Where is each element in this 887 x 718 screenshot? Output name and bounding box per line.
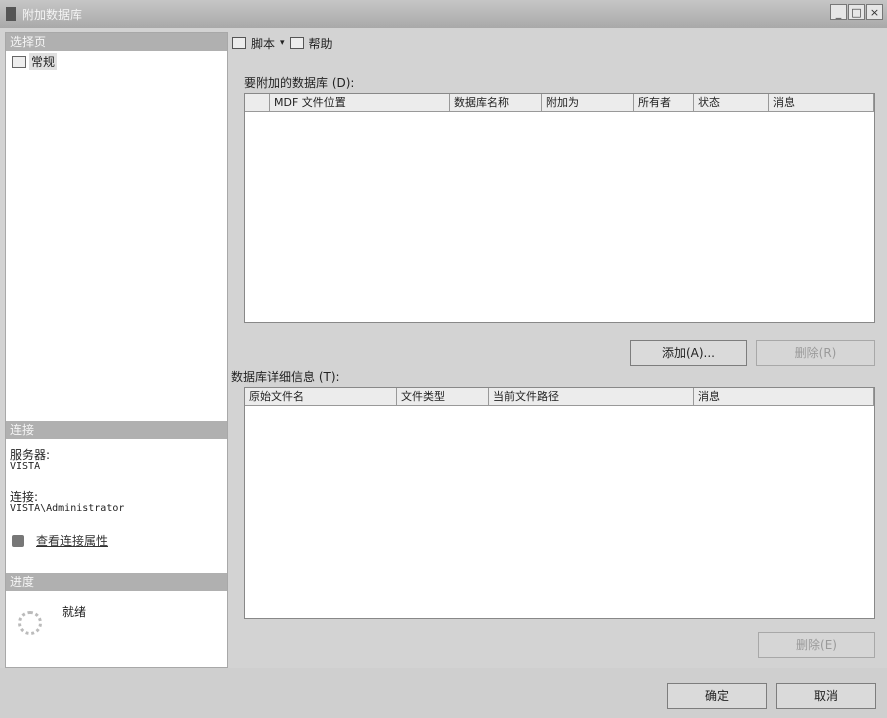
help-icon — [289, 37, 304, 49]
progress-header: 进度 — [6, 573, 227, 591]
window-title: 附加数据库 — [22, 8, 83, 22]
attach-databases-grid[interactable]: MDF 文件位置 数据库名称 附加为 所有者 状态 消息 — [244, 93, 875, 323]
server-value: VISTA — [10, 461, 41, 472]
progress-spinner-icon — [18, 611, 42, 635]
column-header-message[interactable]: 消息 — [769, 94, 874, 111]
connection-header: 连接 — [6, 421, 227, 439]
attach-group-label: 要附加的数据库 (D): — [244, 76, 355, 90]
column-header-owner[interactable]: 所有者 — [634, 94, 694, 111]
column-header-select[interactable] — [245, 94, 270, 111]
chevron-down-icon[interactable]: ▾ — [280, 38, 285, 48]
column-header-attach-as[interactable]: 附加为 — [542, 94, 634, 111]
details-grid-header: 原始文件名 文件类型 当前文件路径 消息 — [245, 388, 874, 406]
database-icon — [6, 7, 16, 21]
column-header-current-path[interactable]: 当前文件路径 — [489, 388, 694, 405]
select-page-header: 选择页 — [6, 33, 227, 51]
help-button[interactable]: 帮助 — [309, 35, 333, 52]
title-bar: 附加数据库 _ □ × — [0, 0, 887, 28]
column-header-file-type[interactable]: 文件类型 — [397, 388, 489, 405]
remove-details-button[interactable]: 删除(E) — [758, 632, 875, 658]
maximize-button[interactable]: □ — [848, 4, 865, 20]
close-button[interactable]: × — [866, 4, 883, 20]
page-item-general[interactable]: 常规 — [12, 53, 58, 70]
properties-icon — [12, 534, 24, 547]
script-button[interactable]: 脚本 — [251, 35, 275, 52]
details-group-label: 数据库详细信息 (T): — [231, 370, 340, 384]
add-button[interactable]: 添加(A)... — [630, 340, 747, 366]
left-pane: 选择页 常规 连接 服务器: VISTA 连接: VISTA\Administr… — [5, 32, 228, 668]
view-connection-properties-link[interactable]: 查看连接属性 — [36, 532, 108, 549]
column-header-original-file-name[interactable]: 原始文件名 — [245, 388, 397, 405]
attach-database-window: 附加数据库 _ □ × 选择页 常规 连接 服务器: VISTA 连接: VIS… — [0, 0, 887, 718]
database-details-grid[interactable]: 原始文件名 文件类型 当前文件路径 消息 — [244, 387, 875, 619]
column-header-details-message[interactable]: 消息 — [694, 388, 874, 405]
minimize-button[interactable]: _ — [830, 4, 847, 20]
script-icon — [232, 37, 246, 49]
status-text: 就绪 — [62, 605, 87, 619]
cancel-button[interactable]: 取消 — [776, 683, 876, 709]
remove-attach-button[interactable]: 删除(R) — [756, 340, 875, 366]
column-header-mdf-location[interactable]: MDF 文件位置 — [270, 94, 450, 111]
attach-grid-header: MDF 文件位置 数据库名称 附加为 所有者 状态 消息 — [245, 94, 874, 112]
page-item-label: 常规 — [29, 53, 58, 70]
page-icon — [12, 55, 26, 68]
column-header-status[interactable]: 状态 — [694, 94, 769, 111]
toolbar: 脚本 ▾ 帮助 — [232, 32, 333, 54]
view-connection-properties[interactable]: 查看连接属性 — [12, 532, 108, 549]
column-header-db-name[interactable]: 数据库名称 — [450, 94, 542, 111]
ok-button[interactable]: 确定 — [667, 683, 767, 709]
connection-value: VISTA\Administrator — [10, 503, 125, 514]
